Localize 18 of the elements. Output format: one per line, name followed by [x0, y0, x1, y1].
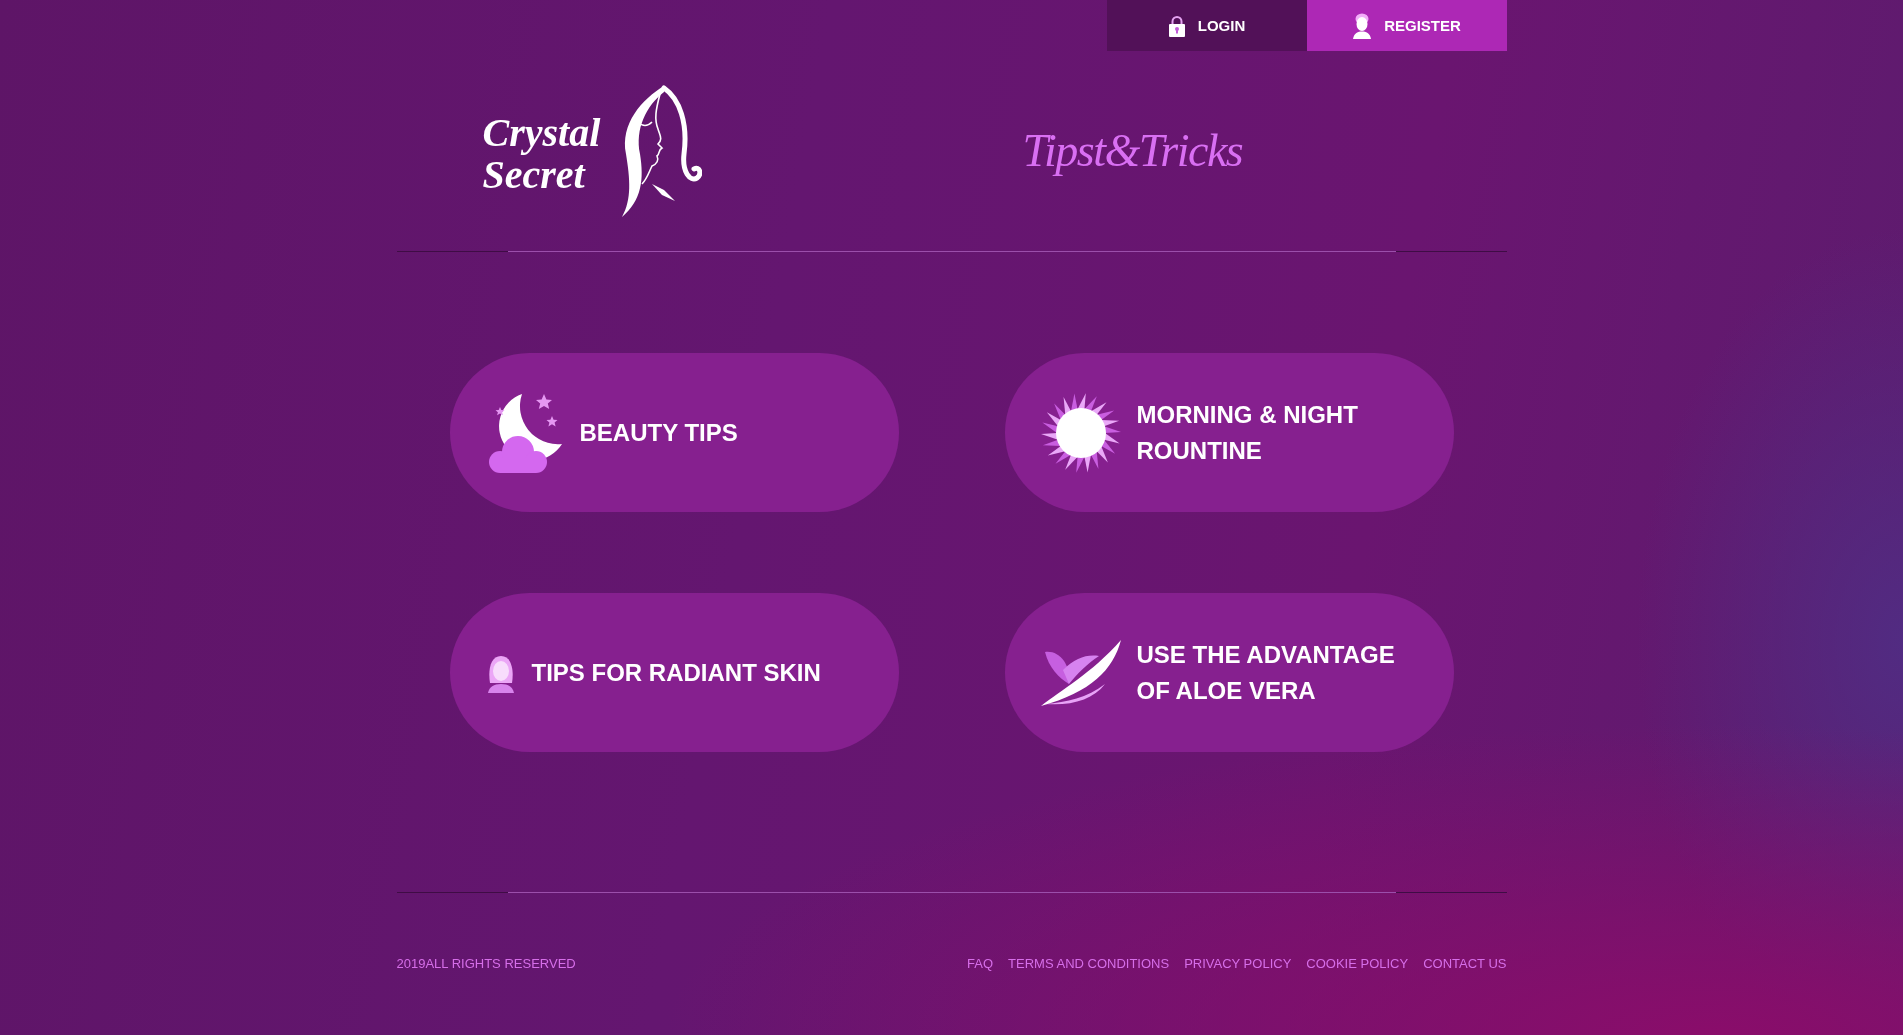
- login-button[interactable]: LOGIN: [1106, 0, 1307, 51]
- woman-bust-icon: [1352, 12, 1373, 39]
- tagline-text: Tipst&Tricks: [1022, 125, 1243, 176]
- category-button[interactable]: MORNING & NIGHT ROUNTINE: [1004, 353, 1454, 512]
- footer-link[interactable]: FAQ: [967, 955, 994, 973]
- copyright-text: 2019ALL RIGHTS RESERVED: [396, 955, 576, 973]
- sun-icon: [1040, 392, 1121, 473]
- footer-link[interactable]: COOKIE POLICY: [1306, 955, 1409, 973]
- category-button[interactable]: TIPS FOR RADIANT SKIN: [449, 593, 899, 752]
- footer-link[interactable]: TERMS AND CONDITIONS: [1008, 955, 1170, 973]
- category-button[interactable]: BEAUTY TIPS: [449, 353, 899, 512]
- category-button[interactable]: USE THE ADVANTAGE OF ALOE VERA: [1004, 593, 1454, 752]
- footer-link[interactable]: CONTACT US: [1423, 955, 1507, 973]
- footer-link[interactable]: PRIVACY POLICY: [1184, 955, 1292, 973]
- lock-icon: [1167, 14, 1186, 37]
- register-button[interactable]: REGISTER: [1306, 0, 1507, 51]
- leaves-icon: [1040, 639, 1121, 706]
- logo-text: Crystal Secret: [482, 112, 601, 196]
